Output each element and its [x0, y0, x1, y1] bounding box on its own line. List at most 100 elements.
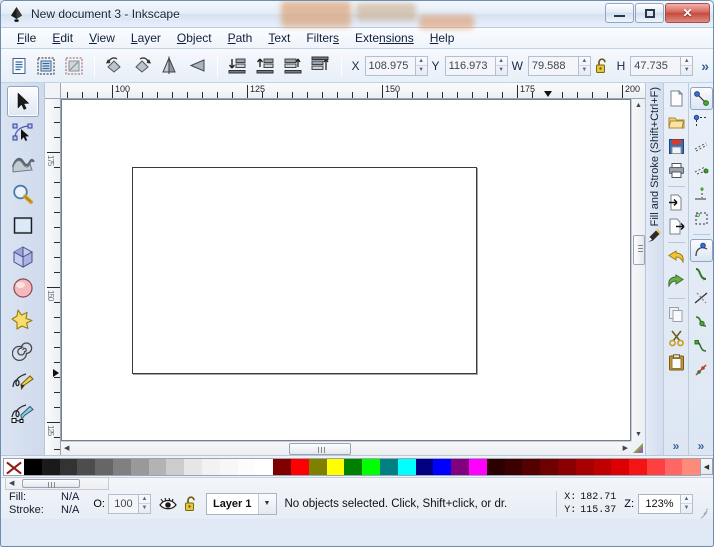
palette-swatch[interactable] [664, 459, 683, 475]
zoom-tool[interactable] [7, 179, 39, 210]
y-field[interactable]: 116.973 ▲ ▼ [444, 55, 508, 76]
flip-vertical-icon[interactable] [185, 53, 211, 79]
h-field[interactable]: 47.735 ▲ ▼ [630, 55, 694, 76]
redo-icon[interactable] [665, 271, 688, 294]
selector-tool[interactable] [6, 86, 39, 117]
maximize-button[interactable] [635, 3, 664, 23]
tweak-tool[interactable] [7, 148, 39, 179]
lock-open-icon[interactable] [183, 495, 199, 512]
vertical-scroll-thumb[interactable] [633, 235, 645, 265]
new-document-icon[interactable] [665, 87, 688, 110]
snap-bar-overflow-button[interactable]: » [689, 439, 713, 453]
flip-horizontal-icon[interactable] [157, 53, 183, 79]
spiral-tool[interactable] [7, 334, 39, 365]
zoom-value[interactable]: 123% [638, 493, 680, 514]
menu-filters[interactable]: Filters [298, 29, 347, 47]
y-field-value[interactable]: 116.973 [444, 55, 495, 76]
snap-path-intersections-icon[interactable] [690, 287, 713, 310]
palette-swatch[interactable] [522, 459, 541, 475]
opacity-control[interactable]: O: 100 ▲ ▼ [93, 493, 151, 514]
save-document-icon[interactable] [665, 135, 688, 158]
palette-swatch[interactable] [415, 459, 434, 475]
scroll-down-arrow[interactable]: ▼ [635, 431, 642, 438]
pencil-tool[interactable] [7, 365, 39, 396]
snap-midpoints-icon[interactable] [690, 359, 713, 382]
layer-selector[interactable]: Layer 1 ▼ [205, 492, 277, 515]
x-field-value[interactable]: 108.975 [364, 55, 415, 76]
snap-bbox-corners-icon[interactable] [690, 159, 713, 182]
snap-to-cusp-nodes-icon[interactable] [690, 311, 713, 334]
chevron-down-icon[interactable]: ▼ [257, 493, 276, 514]
canvas-horizontal-scrollbar[interactable]: ◀ ▶ [61, 441, 631, 455]
palette-swatch[interactable] [290, 459, 309, 475]
snap-bbox-edge-midpoints-icon[interactable] [690, 183, 713, 206]
h-field-spinner[interactable]: ▲ ▼ [680, 55, 694, 76]
export-icon[interactable] [665, 215, 688, 238]
palette-swatch[interactable] [308, 459, 327, 475]
commands-bar-overflow-button[interactable]: » [664, 439, 688, 453]
palette-swatch[interactable] [362, 459, 380, 475]
horizontal-scroll-thumb[interactable] [289, 443, 351, 455]
palette-swatch[interactable] [486, 459, 505, 475]
menu-help[interactable]: Help [422, 29, 463, 47]
w-field-value[interactable]: 79.588 [527, 55, 578, 76]
palette-swatch[interactable] [629, 459, 647, 475]
palette-swatch[interactable] [166, 459, 185, 475]
node-editor-tool[interactable] [7, 117, 39, 148]
raise-icon[interactable] [280, 53, 306, 79]
color-palette[interactable] [3, 458, 701, 476]
palette-swatch[interactable] [468, 459, 487, 475]
snap-bbox-edges-icon[interactable] [690, 135, 713, 158]
palette-scroll-left-button[interactable]: ◀ [701, 458, 713, 475]
palette-swatch[interactable] [130, 459, 149, 475]
palette-scroll-left-arrow[interactable]: ◀ [9, 480, 14, 487]
palette-swatch[interactable] [77, 459, 96, 475]
horizontal-ruler[interactable]: 100 125 150 175 200 [61, 83, 645, 99]
x-field[interactable]: 108.975 ▲ ▼ [364, 55, 428, 76]
open-document-icon[interactable] [665, 111, 688, 134]
canvas-vertical-scrollbar[interactable]: ▲ ▼ [631, 99, 645, 441]
menu-text[interactable]: Text [260, 29, 298, 47]
h-field-value[interactable]: 47.735 [630, 55, 681, 76]
import-icon[interactable] [665, 191, 688, 214]
menu-object[interactable]: Object [169, 29, 220, 47]
snap-to-smooth-nodes-icon[interactable] [690, 335, 713, 358]
palette-swatch[interactable] [59, 459, 78, 475]
palette-swatch[interactable] [540, 459, 558, 475]
palette-swatch[interactable] [148, 459, 167, 475]
no-color-swatch[interactable] [4, 459, 24, 475]
snap-bbox-centers-icon[interactable] [690, 207, 713, 230]
palette-swatch[interactable] [219, 459, 238, 475]
scroll-right-arrow[interactable]: ▶ [623, 445, 628, 452]
3d-box-tool[interactable] [7, 241, 39, 272]
lower-icon[interactable] [253, 53, 279, 79]
palette-swatch[interactable] [255, 459, 274, 475]
palette-swatch[interactable] [611, 459, 630, 475]
select-all-in-all-layers-icon[interactable] [34, 53, 60, 79]
snap-paths-icon[interactable] [690, 263, 713, 286]
rotate-90-cw-icon[interactable] [129, 53, 155, 79]
w-field-spinner[interactable]: ▲ ▼ [577, 55, 591, 76]
opacity-field[interactable]: 100 ▲ ▼ [107, 493, 151, 514]
palette-swatch[interactable] [593, 459, 612, 475]
zoom-field[interactable]: 123% ▲ ▼ [638, 493, 693, 514]
drawing-canvas[interactable] [61, 99, 631, 441]
palette-swatch[interactable] [201, 459, 220, 475]
menu-path[interactable]: Path [220, 29, 261, 47]
bezier-pen-tool[interactable] [7, 396, 39, 427]
snap-bounding-box-icon[interactable] [690, 111, 713, 134]
scroll-left-arrow[interactable]: ◀ [64, 445, 69, 452]
palette-swatch[interactable] [433, 459, 452, 475]
palette-swatch[interactable] [95, 459, 113, 475]
lower-to-bottom-icon[interactable] [225, 53, 251, 79]
menu-extensions[interactable]: Extensions [347, 29, 422, 47]
opacity-spinner[interactable]: ▲ ▼ [137, 493, 151, 514]
canvas-rotation-corner-button[interactable] [631, 441, 645, 455]
enable-snapping-icon[interactable] [689, 87, 713, 110]
menu-file[interactable]: File [9, 29, 44, 47]
palette-swatch[interactable] [504, 459, 523, 475]
palette-swatch[interactable] [344, 459, 363, 475]
page-border-rectangle[interactable] [132, 167, 477, 374]
opacity-value[interactable]: 100 [107, 493, 138, 514]
palette-swatch[interactable] [41, 459, 60, 475]
